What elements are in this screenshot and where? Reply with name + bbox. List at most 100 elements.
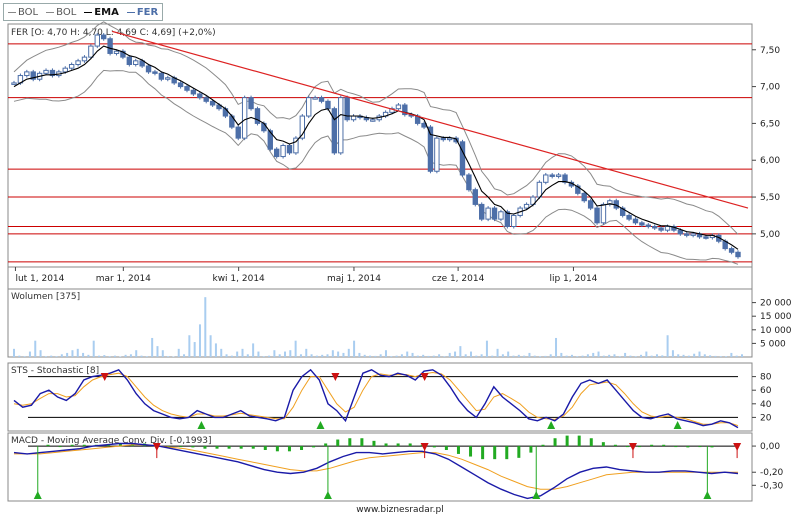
volume-bar xyxy=(252,343,255,357)
volume-bar xyxy=(188,335,191,357)
volume-bar xyxy=(411,352,414,357)
volume-bar xyxy=(92,340,95,357)
macd-histogram-bar xyxy=(698,446,702,448)
volume-bar xyxy=(129,354,132,357)
volume-bar xyxy=(321,354,324,357)
buy-signal-arrow xyxy=(532,491,541,499)
candle xyxy=(472,189,479,205)
candle xyxy=(587,200,594,209)
candle xyxy=(273,148,280,158)
volume-bar xyxy=(34,340,37,357)
candle xyxy=(107,38,113,54)
volume-bar xyxy=(400,354,403,357)
volume-bar xyxy=(305,348,308,357)
volume-bar xyxy=(220,348,223,357)
volume-bar xyxy=(246,354,249,357)
candle xyxy=(152,71,158,74)
volume-bar xyxy=(18,355,21,357)
candle xyxy=(165,77,171,80)
candle xyxy=(68,64,75,69)
volume-bar xyxy=(618,356,621,357)
volume-bar xyxy=(167,356,170,357)
volume-bar xyxy=(50,355,53,357)
volume-bar xyxy=(44,356,47,357)
volume-bar xyxy=(13,348,15,357)
volume-bar xyxy=(331,350,334,357)
volume-bar xyxy=(485,340,488,357)
candle xyxy=(395,104,402,110)
macd-histogram-bar xyxy=(336,439,340,447)
volume-bar xyxy=(71,350,74,357)
candle xyxy=(62,67,68,73)
macd-histogram-bar xyxy=(227,446,231,449)
volume-bar xyxy=(347,348,350,357)
volume-bar xyxy=(640,354,643,357)
stock-chart-canvas: FER [O: 4,70 H: 4,70 L: 4,69 C: 4,69] (+… xyxy=(7,21,792,502)
candle xyxy=(652,226,658,229)
macd-histogram-bar xyxy=(300,446,304,450)
volume-bar xyxy=(608,354,611,357)
candle xyxy=(459,141,466,176)
candle xyxy=(581,192,587,202)
volume-bar xyxy=(384,350,387,357)
candle xyxy=(261,122,267,132)
volume-bar xyxy=(82,352,85,357)
volume-bar xyxy=(60,354,63,357)
x-tick-label: kwi 1, 2014 xyxy=(212,274,265,284)
candle xyxy=(440,137,446,141)
volume-bar xyxy=(469,351,472,357)
macd-histogram-bar xyxy=(46,444,50,447)
volume-bar xyxy=(687,355,690,357)
volume-bar xyxy=(289,350,292,357)
volume-bar xyxy=(549,354,552,357)
volume-bar xyxy=(523,355,526,357)
macd-histogram-bar xyxy=(287,446,291,452)
candle xyxy=(645,224,652,228)
candle xyxy=(11,82,17,85)
volume-bar xyxy=(39,350,42,357)
volume-bar xyxy=(645,351,648,357)
volume-bar xyxy=(443,356,446,357)
volume-bar xyxy=(310,354,313,357)
macd-histogram-bar xyxy=(553,438,557,447)
y-tick-label: 6,00 xyxy=(760,156,780,166)
candle xyxy=(664,226,671,231)
macd-histogram-bar xyxy=(179,446,183,448)
volume-bar xyxy=(677,354,680,357)
macd-histogram-bar xyxy=(215,446,219,449)
macd-histogram-bar xyxy=(541,444,545,447)
volume-bar xyxy=(140,355,143,357)
macd-histogram-bar xyxy=(517,446,521,458)
volume-bar xyxy=(464,354,467,357)
macd-histogram-bar xyxy=(70,444,74,447)
y-tick-label: -0,30 xyxy=(760,481,784,491)
macd-histogram-bar xyxy=(481,446,485,460)
volume-bar xyxy=(438,354,441,357)
candle xyxy=(241,97,248,139)
candle xyxy=(158,72,165,80)
volume-bar xyxy=(156,346,159,357)
footer-credit: www.biznesradar.pl xyxy=(356,505,444,515)
macd-histogram-bar xyxy=(613,444,617,447)
buy-signal-arrow xyxy=(316,421,325,429)
candle xyxy=(594,207,600,224)
volume-bar xyxy=(693,353,696,357)
macd-signal-line xyxy=(14,444,738,490)
sell-signal-arrow xyxy=(420,443,429,451)
x-tick-label: cze 1, 2014 xyxy=(432,274,485,284)
candle xyxy=(479,203,485,220)
macd-histogram-bar xyxy=(444,446,448,450)
volume-bar xyxy=(66,352,69,357)
candle xyxy=(466,174,472,191)
candle xyxy=(325,100,331,110)
candle xyxy=(126,56,133,66)
candle xyxy=(446,137,453,141)
candle xyxy=(235,126,241,139)
y-tick-label: 7,00 xyxy=(760,83,780,93)
buy-signal-arrow xyxy=(673,421,682,429)
macd-histogram-bar xyxy=(275,446,279,452)
volume-bar xyxy=(602,355,605,357)
volume-bar xyxy=(682,354,685,357)
volume-bar xyxy=(369,355,372,357)
volume-bar xyxy=(496,348,499,357)
